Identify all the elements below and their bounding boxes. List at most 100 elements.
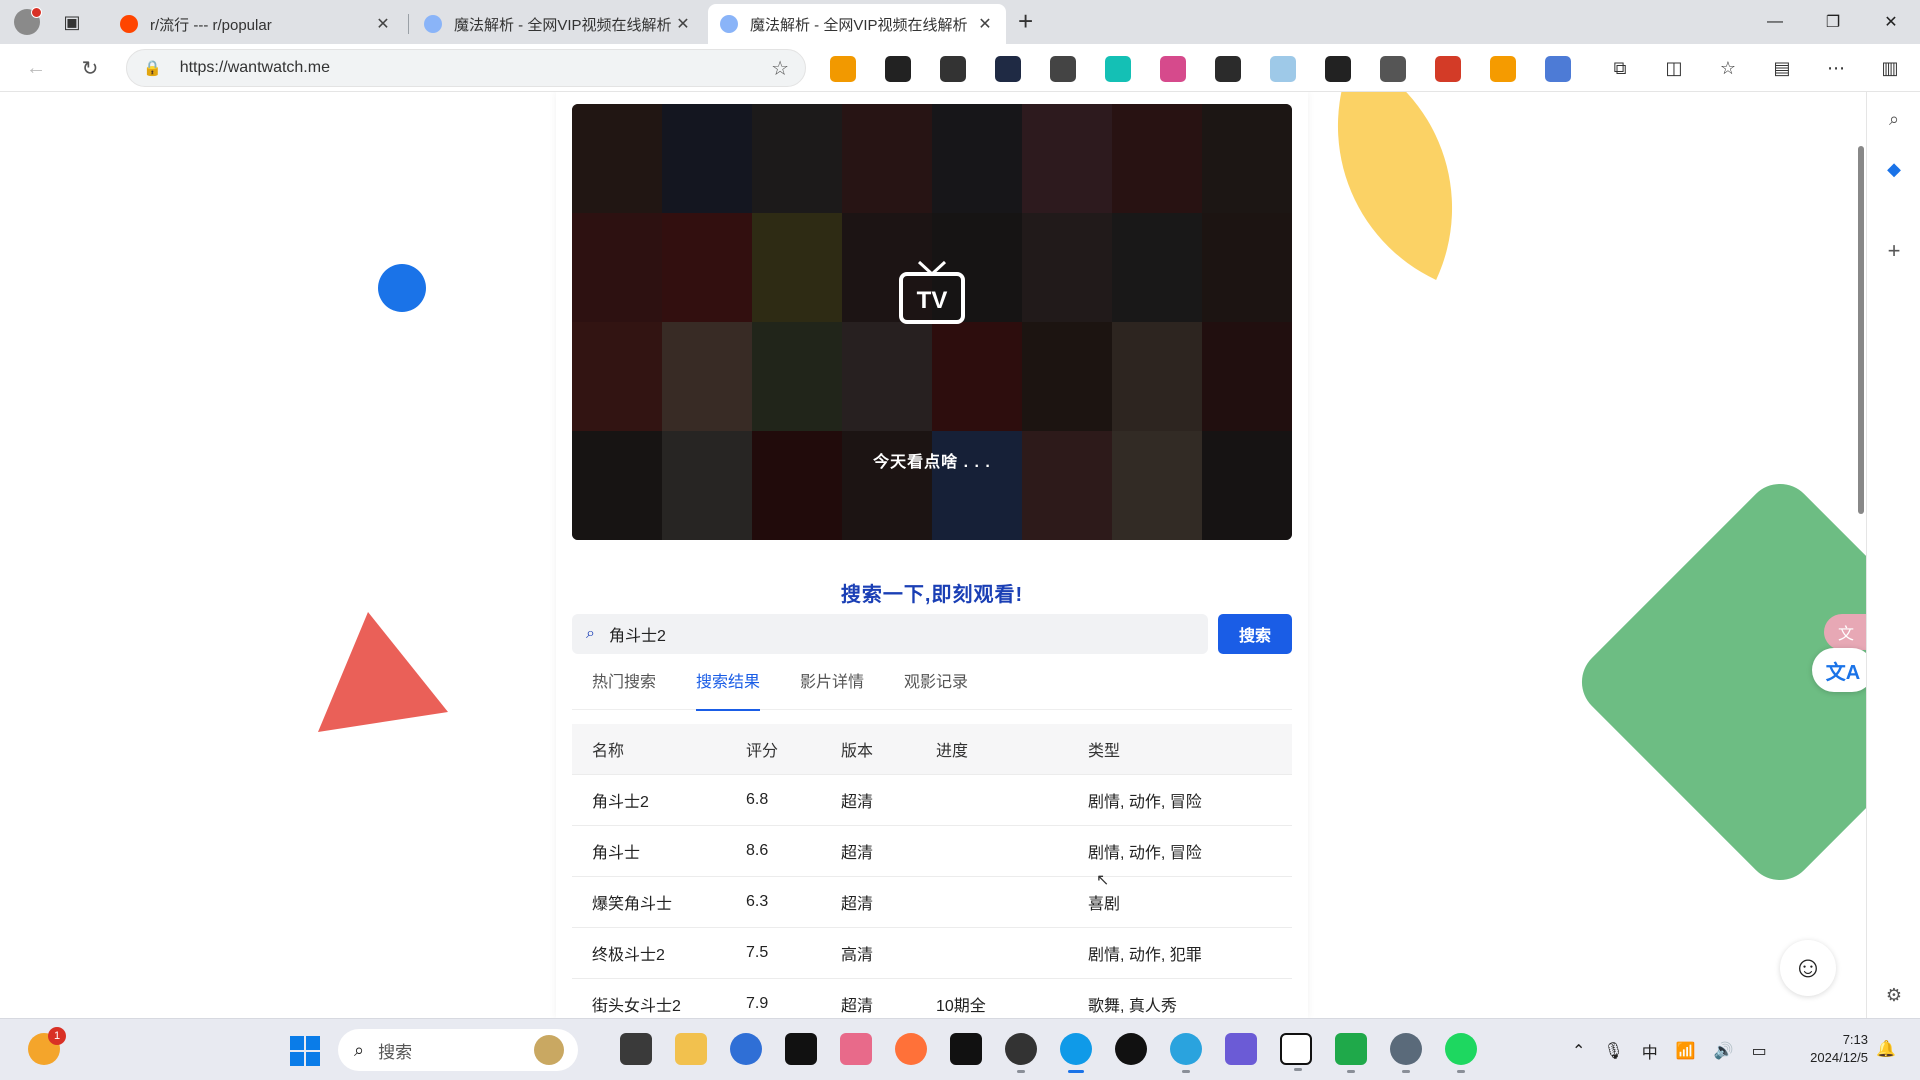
maximize-icon[interactable]: ❐ — [1804, 0, 1862, 44]
extension-icon[interactable] — [1325, 56, 1351, 82]
lock-icon[interactable]: 🔒 — [143, 59, 162, 77]
header-score: 评分 — [746, 743, 779, 760]
extension-icon[interactable] — [1435, 56, 1461, 82]
sidebar-toggle-icon[interactable]: ▥ — [1876, 54, 1904, 82]
cell-version: 超清 — [841, 794, 874, 811]
header-version: 版本 — [841, 743, 874, 760]
favorites-icon[interactable]: ☆ — [1714, 54, 1742, 82]
profile-avatar[interactable] — [14, 7, 42, 35]
tab-close-icon[interactable]: ✕ — [674, 14, 692, 34]
table-row[interactable]: 街头女斗士2 7.9 超清 10期全 歌舞, 真人秀 — [572, 979, 1292, 1018]
table-header: 名称 评分 版本 进度 类型 — [572, 724, 1292, 775]
table-row[interactable]: 角斗士 8.6 超清 剧情, 动作, 冒险 — [572, 826, 1292, 877]
split-screen-icon[interactable]: ◫ — [1660, 54, 1688, 82]
battery-icon[interactable]: ▭ — [1752, 1041, 1767, 1061]
browser-tab-reddit[interactable]: r/流行 --- r/popular ✕ — [108, 4, 404, 44]
system-tray: ⌃ 🎙 中 📶 🔊 ▭ — [1572, 1039, 1767, 1063]
sidebar-settings-gear-icon[interactable]: ⚙ — [1881, 982, 1907, 1008]
play-extension-icon[interactable] — [1490, 56, 1516, 82]
notion-icon[interactable] — [1280, 1033, 1312, 1071]
sidebar-add-icon[interactable]: + — [1881, 238, 1907, 264]
github-icon[interactable] — [1115, 1033, 1147, 1065]
cell-name: 角斗士 — [592, 845, 641, 862]
ime-indicator[interactable]: 中 — [1642, 1039, 1658, 1063]
spotify-icon[interactable] — [1445, 1033, 1477, 1073]
extension-icon[interactable] — [1380, 56, 1406, 82]
close-window-icon[interactable]: ✕ — [1862, 0, 1920, 44]
extension-icon[interactable] — [1050, 56, 1076, 82]
browser-tab-magic-1[interactable]: 魔法解析 - 全网VIP视频在线解析 ✕ — [412, 4, 704, 44]
new-tab-button[interactable]: + — [1018, 6, 1033, 37]
url-text[interactable]: https://wantwatch.me — [180, 59, 771, 77]
assistant-smile-icon[interactable]: ☺ — [1780, 940, 1836, 996]
translate-mini-icon[interactable]: 文 — [1824, 614, 1868, 650]
minimize-icon[interactable]: — — [1746, 0, 1804, 44]
edge-browser-icon[interactable] — [1060, 1033, 1092, 1073]
content-tabs: 热门搜索 搜索结果 影片详情 观影记录 — [572, 668, 1292, 711]
tab-title: r/流行 --- r/popular — [150, 16, 272, 34]
firefox-icon[interactable] — [895, 1033, 927, 1065]
taskbar-search-input[interactable]: ⌕ 搜索 — [338, 1029, 578, 1071]
volume-icon[interactable]: 🔊 — [1714, 1041, 1734, 1061]
search-button[interactable]: 搜索 — [1218, 614, 1292, 654]
music-app-icon[interactable] — [1225, 1033, 1257, 1065]
tab-close-icon[interactable]: ✕ — [374, 14, 392, 34]
back-arrow-icon[interactable]: ← — [22, 54, 50, 82]
bookmark-extension-icon[interactable] — [830, 56, 856, 82]
search-input[interactable]: ⌕ 角斗士2 — [572, 614, 1208, 654]
extensions-puzzle-icon[interactable]: ⧉ — [1606, 54, 1634, 82]
address-bar[interactable]: 🔒 https://wantwatch.me ☆ — [126, 49, 806, 87]
main-column: TV 今天看点啥 . . . 搜索一下,即刻观看! ⌕ 角斗士2 搜索 热门搜索… — [556, 92, 1308, 1018]
reddit-favicon-icon — [120, 15, 138, 33]
task-view-icon[interactable] — [620, 1033, 652, 1065]
notification-bell-icon[interactable]: 🔔 — [1876, 1039, 1896, 1059]
extension-icon[interactable] — [1270, 56, 1296, 82]
tab-actions-icon[interactable]: ▣ — [58, 8, 86, 36]
extension-icon[interactable] — [885, 56, 911, 82]
search-icon: ⌕ — [354, 1039, 365, 1060]
browser-tab-magic-active[interactable]: 魔法解析 - 全网VIP视频在线解析 ✕ — [708, 4, 1006, 44]
extension-icon[interactable] — [1160, 56, 1186, 82]
media-app-icon[interactable] — [840, 1033, 872, 1065]
collections-icon[interactable]: ▤ — [1768, 54, 1796, 82]
microphone-icon[interactable]: 🎙 — [1603, 1041, 1623, 1061]
extension-icon[interactable] — [1105, 56, 1131, 82]
tab-close-icon[interactable]: ✕ — [976, 14, 994, 34]
capcut-icon[interactable] — [785, 1033, 817, 1065]
weather-widget-icon[interactable]: 1 — [28, 1027, 66, 1065]
wifi-icon[interactable]: 📶 — [1676, 1041, 1696, 1061]
table-row[interactable]: 角斗士2 6.8 超清 剧情, 动作, 冒险 — [572, 775, 1292, 826]
extension-icon[interactable] — [1215, 56, 1241, 82]
tab-watch-history[interactable]: 观影记录 — [904, 668, 968, 710]
cell-score: 7.9 — [746, 995, 769, 1012]
extension-icon[interactable] — [940, 56, 966, 82]
telegram-icon[interactable] — [1170, 1033, 1202, 1073]
extensions-row — [830, 56, 1571, 82]
cell-genre: 歌舞, 真人秀 — [1088, 998, 1177, 1015]
todo-app-icon[interactable] — [730, 1033, 762, 1065]
chevron-up-icon[interactable]: ⌃ — [1572, 1041, 1585, 1061]
table-row[interactable]: 终极斗士2 7.5 高清 剧情, 动作, 犯罪 — [572, 928, 1292, 979]
translate-float-button[interactable]: 文A — [1812, 648, 1874, 692]
search-query[interactable]: 角斗士2 — [609, 622, 666, 646]
tab-movie-details[interactable]: 影片详情 — [800, 668, 864, 710]
favorite-star-icon[interactable]: ☆ — [771, 56, 789, 81]
reload-icon[interactable]: ↻ — [76, 54, 104, 82]
tab-search-results[interactable]: 搜索结果 — [696, 668, 761, 711]
cell-version: 高清 — [841, 947, 874, 964]
tab-hot-search[interactable]: 热门搜索 — [592, 668, 656, 710]
sidebar-search-icon[interactable]: ⌕ — [1881, 106, 1907, 132]
terminal-icon[interactable] — [950, 1033, 982, 1065]
green-app-icon[interactable] — [1335, 1033, 1367, 1073]
chatgpt-icon[interactable] — [1005, 1033, 1037, 1073]
extension-icon[interactable] — [1545, 56, 1571, 82]
settings-gear-icon[interactable] — [1390, 1033, 1422, 1073]
extension-icon[interactable] — [995, 56, 1021, 82]
windows-start-icon[interactable] — [290, 1036, 320, 1066]
table-row[interactable]: 爆笑角斗士 6.3 超清 喜剧 — [572, 877, 1292, 928]
taskbar-clock[interactable]: 7:13 2024/12/5 — [1798, 1031, 1868, 1067]
sidebar-shopping-tag-icon[interactable]: ◆ — [1881, 156, 1907, 182]
page-scrollbar[interactable] — [1858, 146, 1864, 514]
more-menu-icon[interactable]: ⋯ — [1822, 54, 1850, 82]
file-explorer-icon[interactable] — [675, 1033, 707, 1065]
